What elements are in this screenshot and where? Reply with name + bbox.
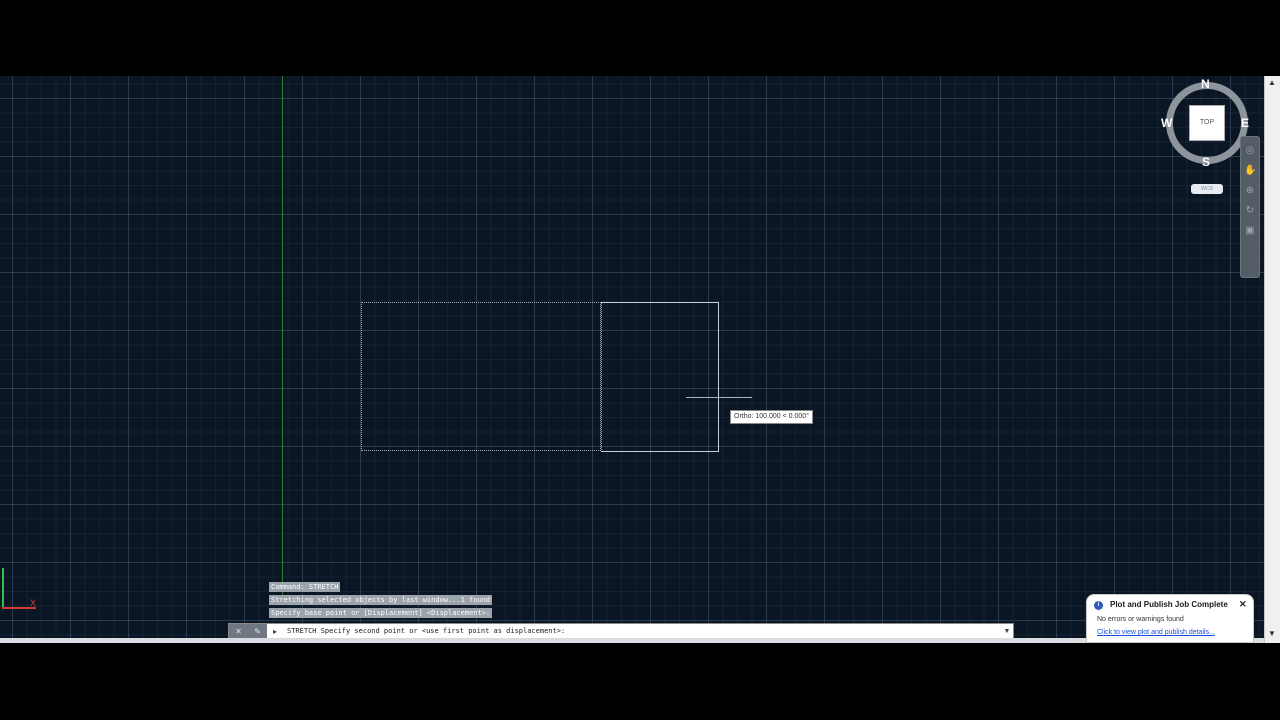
scroll-down-icon[interactable]: ▼ xyxy=(1268,629,1276,638)
compass-south[interactable]: S xyxy=(1202,155,1210,169)
zoom-icon[interactable]: ⊕ xyxy=(1244,185,1256,197)
notification-title: Plot and Publish Job Complete xyxy=(1110,600,1228,609)
letterbox-bottom xyxy=(0,643,1280,720)
ucs-x-label: X xyxy=(30,598,37,608)
y-axis-line xyxy=(282,76,283,596)
prompt-arrow-icon: ▸ xyxy=(272,626,277,636)
ucs-icon: X xyxy=(0,568,44,616)
command-history: Command: STRETCH Stretching selected obj… xyxy=(269,582,493,618)
stretched-rectangle[interactable] xyxy=(601,302,719,452)
command-history-line: Stretching selected objects by last wind… xyxy=(269,595,493,605)
command-line-grip[interactable]: ✕ ✎ xyxy=(229,624,267,638)
pan-icon[interactable]: ✋ xyxy=(1244,165,1256,177)
viewcube-top-face[interactable]: TOP xyxy=(1189,105,1225,141)
info-icon: i xyxy=(1094,601,1103,610)
ucs-y-axis xyxy=(2,568,4,608)
navigation-bar[interactable]: ◎ ✋ ⊕ ↻ ▣ xyxy=(1240,136,1260,278)
notification-link[interactable]: Click to view plot and publish details..… xyxy=(1097,629,1215,636)
crosshair-cursor xyxy=(686,397,752,398)
command-line[interactable]: ✕ ✎ ▸ STRETCH Specify second point or <u… xyxy=(228,623,1014,639)
dynamic-input-tooltip: Ortho: 100.000 < 0.000° xyxy=(730,410,813,424)
drawing-viewport[interactable]: Ortho: 100.000 < 0.000° TOP N S W E WCS … xyxy=(0,76,1264,643)
compass-north[interactable]: N xyxy=(1201,77,1210,91)
letterbox-top xyxy=(0,0,1280,76)
close-icon[interactable]: ✕ xyxy=(1239,599,1247,610)
notification-message: No errors or warnings found xyxy=(1097,616,1184,623)
settings-icon[interactable]: ✎ xyxy=(254,627,261,636)
steering-wheel-icon[interactable]: ◎ xyxy=(1244,145,1256,157)
command-input[interactable]: STRETCH Specify second point or <use fir… xyxy=(283,627,1001,635)
scroll-up-icon[interactable]: ▲ xyxy=(1268,78,1276,87)
chevron-down-icon[interactable]: ▼ xyxy=(1001,628,1013,635)
viewcube[interactable]: TOP N S W E WCS xyxy=(1161,77,1250,200)
orbit-icon[interactable]: ↻ xyxy=(1244,205,1256,217)
wcs-menu[interactable]: WCS xyxy=(1191,184,1223,194)
compass-east[interactable]: E xyxy=(1241,116,1249,130)
compass-west[interactable]: W xyxy=(1161,116,1172,130)
showmotion-icon[interactable]: ▣ xyxy=(1244,225,1256,237)
original-rectangle-preview xyxy=(361,302,601,451)
command-history-line: Command: STRETCH xyxy=(269,582,341,592)
notification-balloon[interactable]: i Plot and Publish Job Complete ✕ No err… xyxy=(1086,594,1254,643)
close-icon[interactable]: ✕ xyxy=(235,627,242,636)
command-history-line: Specify base point or [Displacement] <Di… xyxy=(269,608,493,618)
vertical-scrollbar[interactable]: ▲ ▼ xyxy=(1264,76,1280,643)
